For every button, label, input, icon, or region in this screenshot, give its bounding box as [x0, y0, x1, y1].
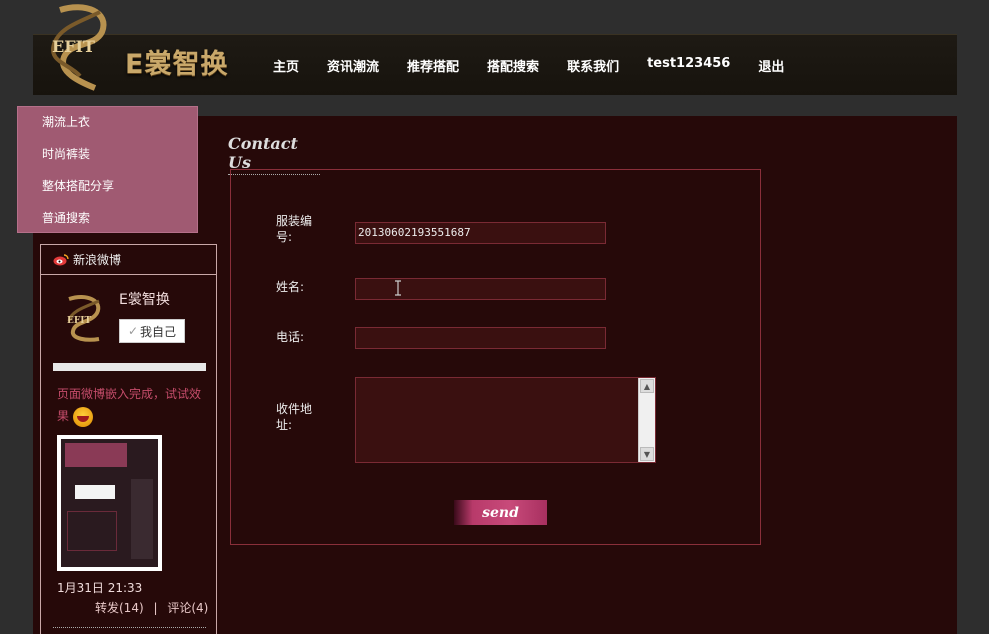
name-field[interactable] — [355, 278, 606, 300]
clothing-code-field[interactable]: 20130602193551687 — [355, 222, 606, 244]
address-label: 收件地址: — [276, 402, 313, 432]
phone-label: 电话: — [276, 330, 305, 344]
send-button[interactable]: send — [454, 500, 547, 525]
phone-field[interactable] — [355, 327, 606, 349]
weibo-post-image[interactable] — [57, 435, 162, 571]
nav-contact[interactable]: 联系我们 — [567, 56, 619, 76]
nav-search[interactable]: 搭配搜索 — [487, 56, 539, 76]
weibo-post-time: 1月31日 21:33 — [57, 581, 143, 595]
site-logo[interactable]: EFIT E裳智换 — [40, 2, 250, 94]
nav-logout[interactable]: 退出 — [758, 56, 784, 76]
weibo-user-name[interactable]: E裳智换 — [119, 289, 170, 309]
nav-user[interactable]: test123456 — [647, 56, 730, 76]
address-textarea[interactable]: ▲ ▼ — [355, 377, 656, 463]
svg-text:EFIT: EFIT — [52, 37, 95, 56]
nav-news[interactable]: 资讯潮流 — [327, 56, 379, 76]
thumbnail-preview — [61, 439, 158, 567]
check-icon: ✓ — [127, 324, 139, 338]
search-dropdown-menu: 潮流上衣 时尚裤装 整体搭配分享 普通搜索 — [17, 106, 198, 233]
svg-text:EFIT: EFIT — [67, 316, 91, 326]
nav-recommend[interactable]: 推荐搭配 — [407, 56, 459, 76]
menu-item-outfit-share[interactable]: 整体搭配分享 — [18, 176, 197, 208]
weibo-post-text: 页面微博嵌入完成，试试效果 — [57, 383, 207, 427]
laugh-emoji-icon — [72, 406, 93, 427]
text-cursor-icon — [395, 280, 401, 296]
avatar[interactable]: EFIT — [61, 293, 107, 343]
weibo-divider — [53, 627, 206, 628]
menu-item-tops[interactable]: 潮流上衣 — [18, 112, 197, 144]
repost-link[interactable]: 转发(14) — [95, 601, 144, 615]
follow-label: 我自己 — [140, 324, 177, 339]
menu-item-basic-search[interactable]: 普通搜索 — [18, 208, 197, 240]
nav-home[interactable]: 主页 — [273, 56, 299, 76]
weibo-title: 新浪微博 — [73, 253, 122, 267]
logo-text: E裳智换 — [125, 49, 229, 80]
scroll-down-icon[interactable]: ▼ — [640, 447, 654, 461]
scroll-up-icon[interactable]: ▲ — [640, 379, 654, 393]
code-label: 服装编号: — [276, 214, 313, 244]
weibo-header: 新浪微博 — [41, 245, 216, 275]
comment-link[interactable]: 评论(4) — [167, 601, 208, 615]
logo-emblem-icon: EFIT — [51, 4, 107, 91]
menu-item-pants[interactable]: 时尚裤装 — [18, 144, 197, 176]
follow-button[interactable]: ✓ 我自己 — [119, 319, 185, 343]
name-label: 姓名: — [276, 280, 305, 294]
main-nav: 主页 资讯潮流 推荐搭配 搭配搜索 联系我们 test123456 退出 — [273, 56, 812, 76]
weibo-logo-icon — [53, 253, 69, 265]
action-separator: | — [153, 601, 158, 615]
textarea-scrollbar[interactable]: ▲ ▼ — [638, 378, 655, 462]
weibo-widget: 新浪微博 EFIT E裳智换 ✓ 我自己 页面微博嵌入完成，试试效果 1月31日… — [40, 244, 217, 634]
weibo-actions: 转发(14) | 评论(4) — [95, 599, 208, 616]
weibo-divider-bar — [53, 363, 206, 371]
